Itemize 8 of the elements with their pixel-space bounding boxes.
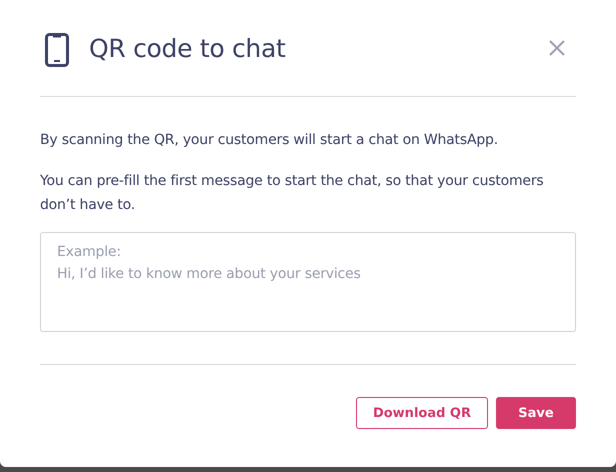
download-button[interactable]: Download QR (356, 397, 488, 429)
description-text: By scanning the QR, your customers will start a chat on WhatsApp. (40, 131, 499, 150)
save-button[interactable]: Save (496, 397, 576, 429)
phone-icon (45, 33, 69, 67)
description-text: You can pre-fill the first message to start the chat, so that your customers don’t have to. (40, 172, 544, 215)
message-field[interactable]: Example: Hi, I’d like to know more about your services (40, 232, 576, 332)
close-icon[interactable] (548, 39, 566, 57)
dialog-title: QR code to chat (89, 34, 286, 62)
